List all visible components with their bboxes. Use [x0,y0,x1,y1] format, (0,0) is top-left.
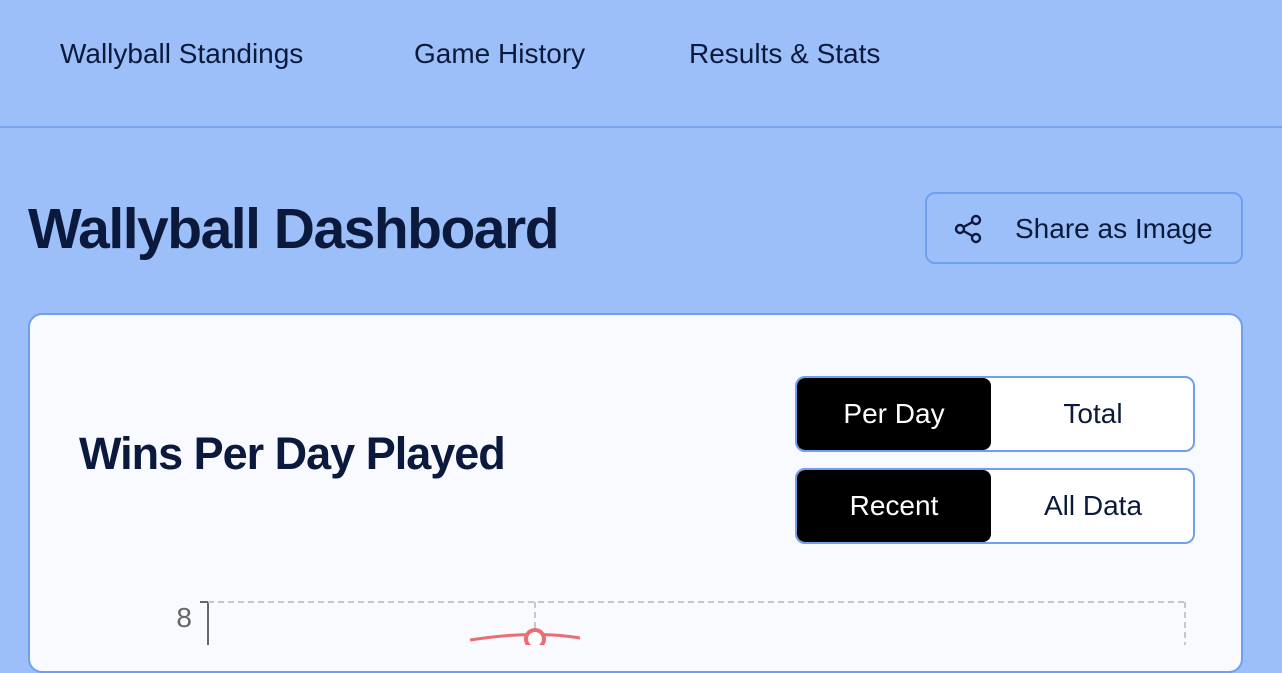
share-as-image-button[interactable]: Share as Image [925,192,1243,264]
nav-link-results-stats[interactable]: Results & Stats [689,38,880,70]
nav-link-game-history[interactable]: Game History [414,38,585,70]
nav-link-wallyball-standings[interactable]: Wallyball Standings [60,38,303,70]
wins-chart: 8 [176,601,1186,645]
wins-per-day-card: Wins Per Day Played Per Day Total Recent… [28,313,1243,673]
top-navigation: Wallyball Standings Game History Results… [0,0,1282,128]
y-tick-label: 8 [176,602,192,633]
share-icon [954,214,982,244]
share-button-label: Share as Image [1015,213,1213,244]
page-title: Wallyball Dashboard [28,197,560,261]
